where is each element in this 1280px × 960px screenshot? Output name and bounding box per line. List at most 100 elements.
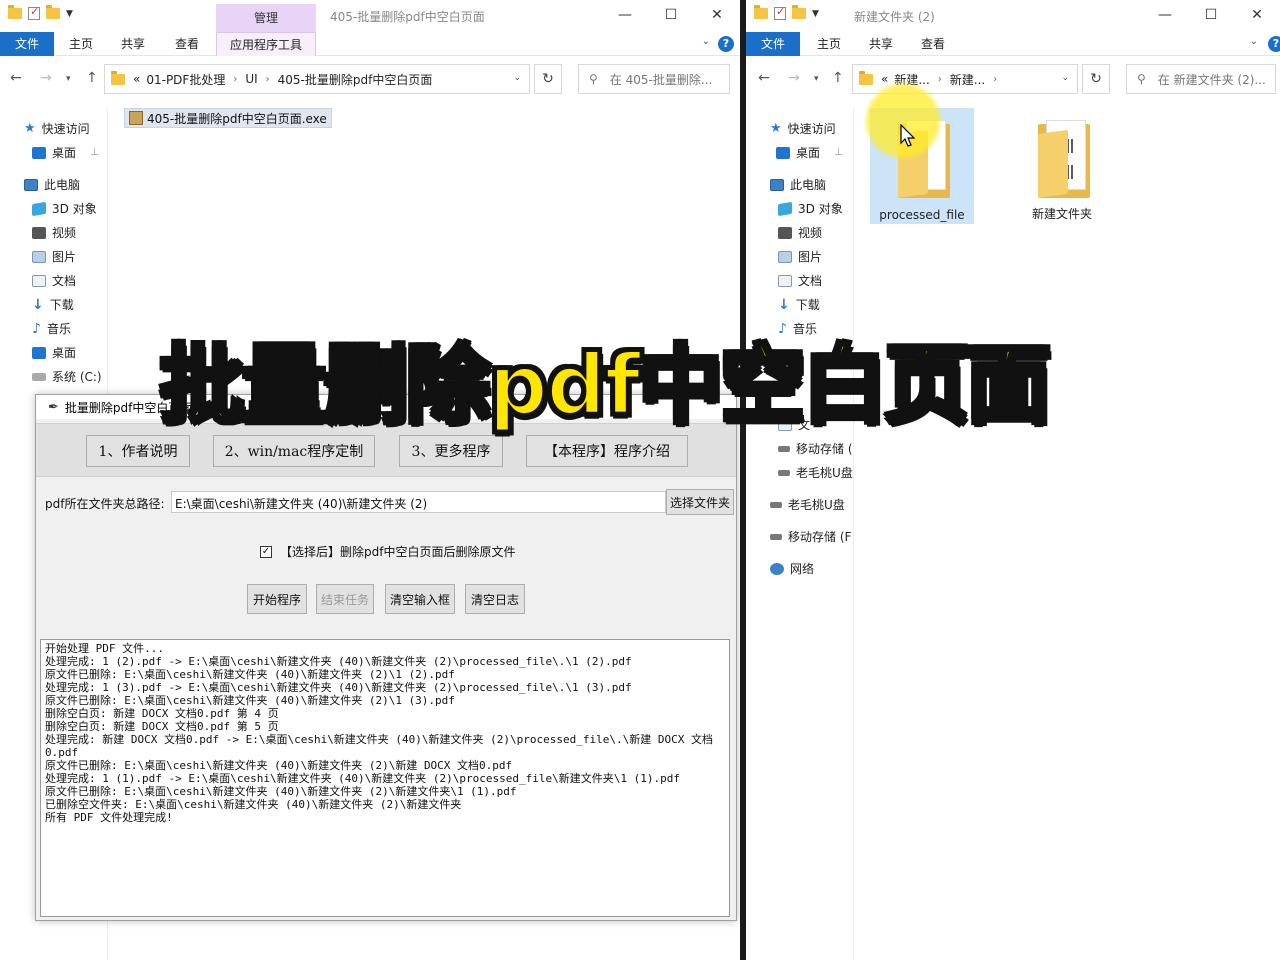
tab-file[interactable]: 文件 [0, 32, 54, 56]
nav-documents[interactable]: 文档 [32, 272, 76, 289]
chevron-down-icon[interactable]: ▼ [66, 9, 73, 19]
nav-pictures[interactable]: 图片 [32, 248, 76, 265]
chevron-down-icon[interactable]: ▼ [812, 9, 819, 19]
tab-author[interactable]: 1、作者说明 [86, 435, 190, 467]
folder-icon[interactable] [754, 5, 768, 19]
nav-quick-access[interactable]: ★ 快速访问 [24, 120, 90, 137]
star-icon: ★ [24, 121, 36, 136]
nav-usb-1[interactable]: 老毛桃U盘 [778, 464, 853, 481]
back-button[interactable]: ← [758, 70, 770, 86]
clear-input-button[interactable]: 清空输入框 [385, 584, 455, 614]
star-icon: ★ [770, 121, 782, 136]
nav-downloads[interactable]: ↓ 下载 [778, 296, 820, 313]
nav-desktop[interactable]: 桌面 ⊥ [776, 144, 843, 161]
forward-button[interactable]: → [788, 70, 800, 86]
folder-icon[interactable] [8, 5, 22, 19]
tab-home[interactable]: 主页 [60, 32, 102, 56]
recent-locations-icon[interactable]: ▾ [814, 74, 819, 84]
maximize-button[interactable]: ☐ [1188, 0, 1234, 30]
maximize-button[interactable]: ☐ [648, 0, 694, 30]
tab-app-tools[interactable]: 应用程序工具 [216, 32, 316, 56]
clear-log-button[interactable]: 清空日志 [465, 584, 525, 614]
nav-label: 下载 [795, 298, 820, 312]
stop-button[interactable]: 结束任务 [316, 584, 374, 614]
context-tab-manage[interactable]: 管理 [216, 4, 316, 32]
chevron-down-icon[interactable]: ⌄ [1061, 73, 1069, 83]
breadcrumb-item[interactable]: 405-批量删除pdf中空白页面 [278, 71, 433, 88]
tab-program-intro[interactable]: 【本程序】程序介绍 [526, 435, 688, 467]
exe-file-item[interactable]: 405-批量删除pdf中空白页面.exe [124, 108, 332, 128]
nav-network[interactable]: 网络 [770, 560, 814, 577]
nav-removable-1[interactable]: 移动存储 ( [778, 440, 853, 457]
back-button[interactable]: ← [10, 70, 22, 86]
tab-view[interactable]: 查看 [166, 32, 208, 56]
video-icon [32, 226, 46, 239]
nav-desktop-2[interactable]: 桌面 [32, 344, 76, 361]
tab-share[interactable]: 共享 [860, 32, 902, 56]
nav-quick-access[interactable]: ★ 快速访问 [770, 120, 836, 137]
ribbon-tabs: 文件 主页 共享 查看 应用程序工具 ⌄ ? [0, 32, 740, 56]
nav-desktop[interactable]: 桌面 ⊥ [32, 144, 99, 161]
help-icon[interactable]: ? [1268, 36, 1280, 52]
nav-music[interactable]: ♪ 音乐 [32, 320, 71, 337]
tab-more-programs[interactable]: 3、更多程序 [399, 435, 503, 467]
forward-button[interactable]: → [40, 70, 52, 86]
chevron-down-icon[interactable]: ⌄ [702, 36, 710, 47]
tab-custom[interactable]: 2、win/mac程序定制 [213, 435, 375, 467]
nav-this-pc[interactable]: 此电脑 [24, 176, 80, 193]
close-button[interactable]: ✕ [1234, 0, 1280, 30]
tab-home[interactable]: 主页 [808, 32, 850, 56]
nav-3d-objects[interactable]: 3D 对象 [32, 200, 97, 217]
help-icon[interactable]: ? [718, 36, 734, 52]
nav-downloads[interactable]: ↓ 下载 [32, 296, 74, 313]
refresh-button[interactable]: ↻ [1082, 64, 1110, 94]
navigation-pane: ★ 快速访问 桌面 ⊥ 此电脑 3D 对象 视频 图片 文档 ↓ 下载 ♪ 音乐 文 移… [746, 108, 854, 960]
nav-pictures[interactable]: 图片 [778, 248, 822, 265]
minimize-button[interactable]: — [602, 0, 648, 30]
address-bar[interactable]: « 01-PDF批处理 › UI › 405-批量删除pdf中空白页面 ⌄ [104, 64, 530, 94]
delete-original-checkbox[interactable]: ✓ [260, 545, 272, 558]
folder-new-folder[interactable]: 新建文件夹 [1010, 108, 1114, 224]
nav-system-c[interactable]: 系统 (C:) [32, 368, 102, 385]
nav-removable-2[interactable]: 移动存储 (F [770, 528, 851, 545]
path-input[interactable]: E:\桌面\ceshi\新建文件夹 (40)\新建文件夹 (2) [171, 491, 666, 513]
tab-file[interactable]: 文件 [746, 32, 800, 56]
nav-documents[interactable]: 文档 [778, 272, 822, 289]
up-button[interactable]: ↑ [86, 70, 98, 86]
start-button[interactable]: 开始程序 [247, 584, 307, 614]
log-output[interactable]: 开始处理 PDF 文件... 处理完成: 1 (2).pdf -> E:\桌面\… [40, 639, 730, 917]
minimize-button[interactable]: — [1142, 0, 1188, 30]
ribbon-tabs: 文件 主页 共享 查看 ⌄ ? [746, 32, 1280, 56]
breadcrumb-item[interactable]: 01-PDF批处理 [146, 71, 225, 88]
path-label: pdf所在文件夹总路径: [45, 497, 165, 511]
network-icon [770, 562, 784, 575]
properties-icon[interactable] [774, 5, 786, 20]
nav-videos[interactable]: 视频 [778, 224, 822, 241]
recent-locations-icon[interactable]: ▾ [66, 74, 71, 84]
search-icon: ⚲ [589, 72, 598, 86]
folder-icon [1038, 120, 1090, 198]
nav-usb-2[interactable]: 老毛桃U盘 [770, 496, 845, 513]
drive-icon [32, 372, 46, 381]
nav-this-pc[interactable]: 此电脑 [770, 176, 826, 193]
new-folder-icon[interactable] [46, 5, 60, 19]
tab-share[interactable]: 共享 [112, 32, 154, 56]
tab-view[interactable]: 查看 [912, 32, 954, 56]
refresh-button[interactable]: ↻ [534, 64, 562, 94]
breadcrumb-prefix[interactable]: « [133, 72, 140, 86]
new-folder-icon[interactable] [792, 5, 806, 19]
close-button[interactable]: ✕ [694, 0, 740, 30]
chevron-down-icon[interactable]: ⌄ [513, 73, 521, 83]
nav-3d-objects[interactable]: 3D 对象 [778, 200, 843, 217]
choose-folder-button[interactable]: 选择文件夹 [666, 489, 734, 515]
up-button[interactable]: ↑ [832, 70, 844, 86]
breadcrumb-item[interactable]: 新建... [950, 71, 985, 88]
nav-videos[interactable]: 视频 [32, 224, 76, 241]
breadcrumb-item[interactable]: UI [245, 72, 257, 86]
search-input[interactable]: ⚲ 在 405-批量删除... [578, 64, 730, 94]
properties-icon[interactable] [28, 5, 40, 20]
chevron-down-icon[interactable]: ⌄ [1250, 36, 1258, 47]
breadcrumb-prefix[interactable]: « [881, 72, 888, 86]
search-input[interactable]: ⚲ 在 新建文件夹 (2)... [1126, 64, 1276, 94]
nav-label: 下载 [49, 298, 74, 312]
